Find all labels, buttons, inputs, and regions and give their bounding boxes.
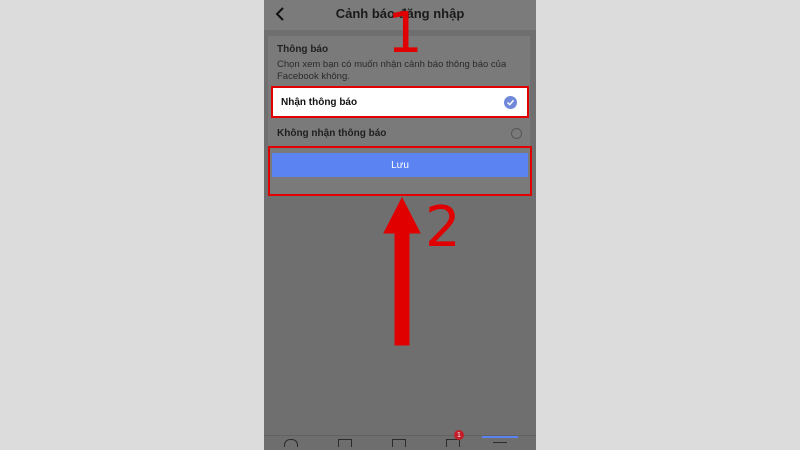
annotation-step-2: 2 xyxy=(425,195,461,260)
annotation-step-1: 1 xyxy=(387,1,423,66)
annotation-arrow xyxy=(383,196,421,346)
